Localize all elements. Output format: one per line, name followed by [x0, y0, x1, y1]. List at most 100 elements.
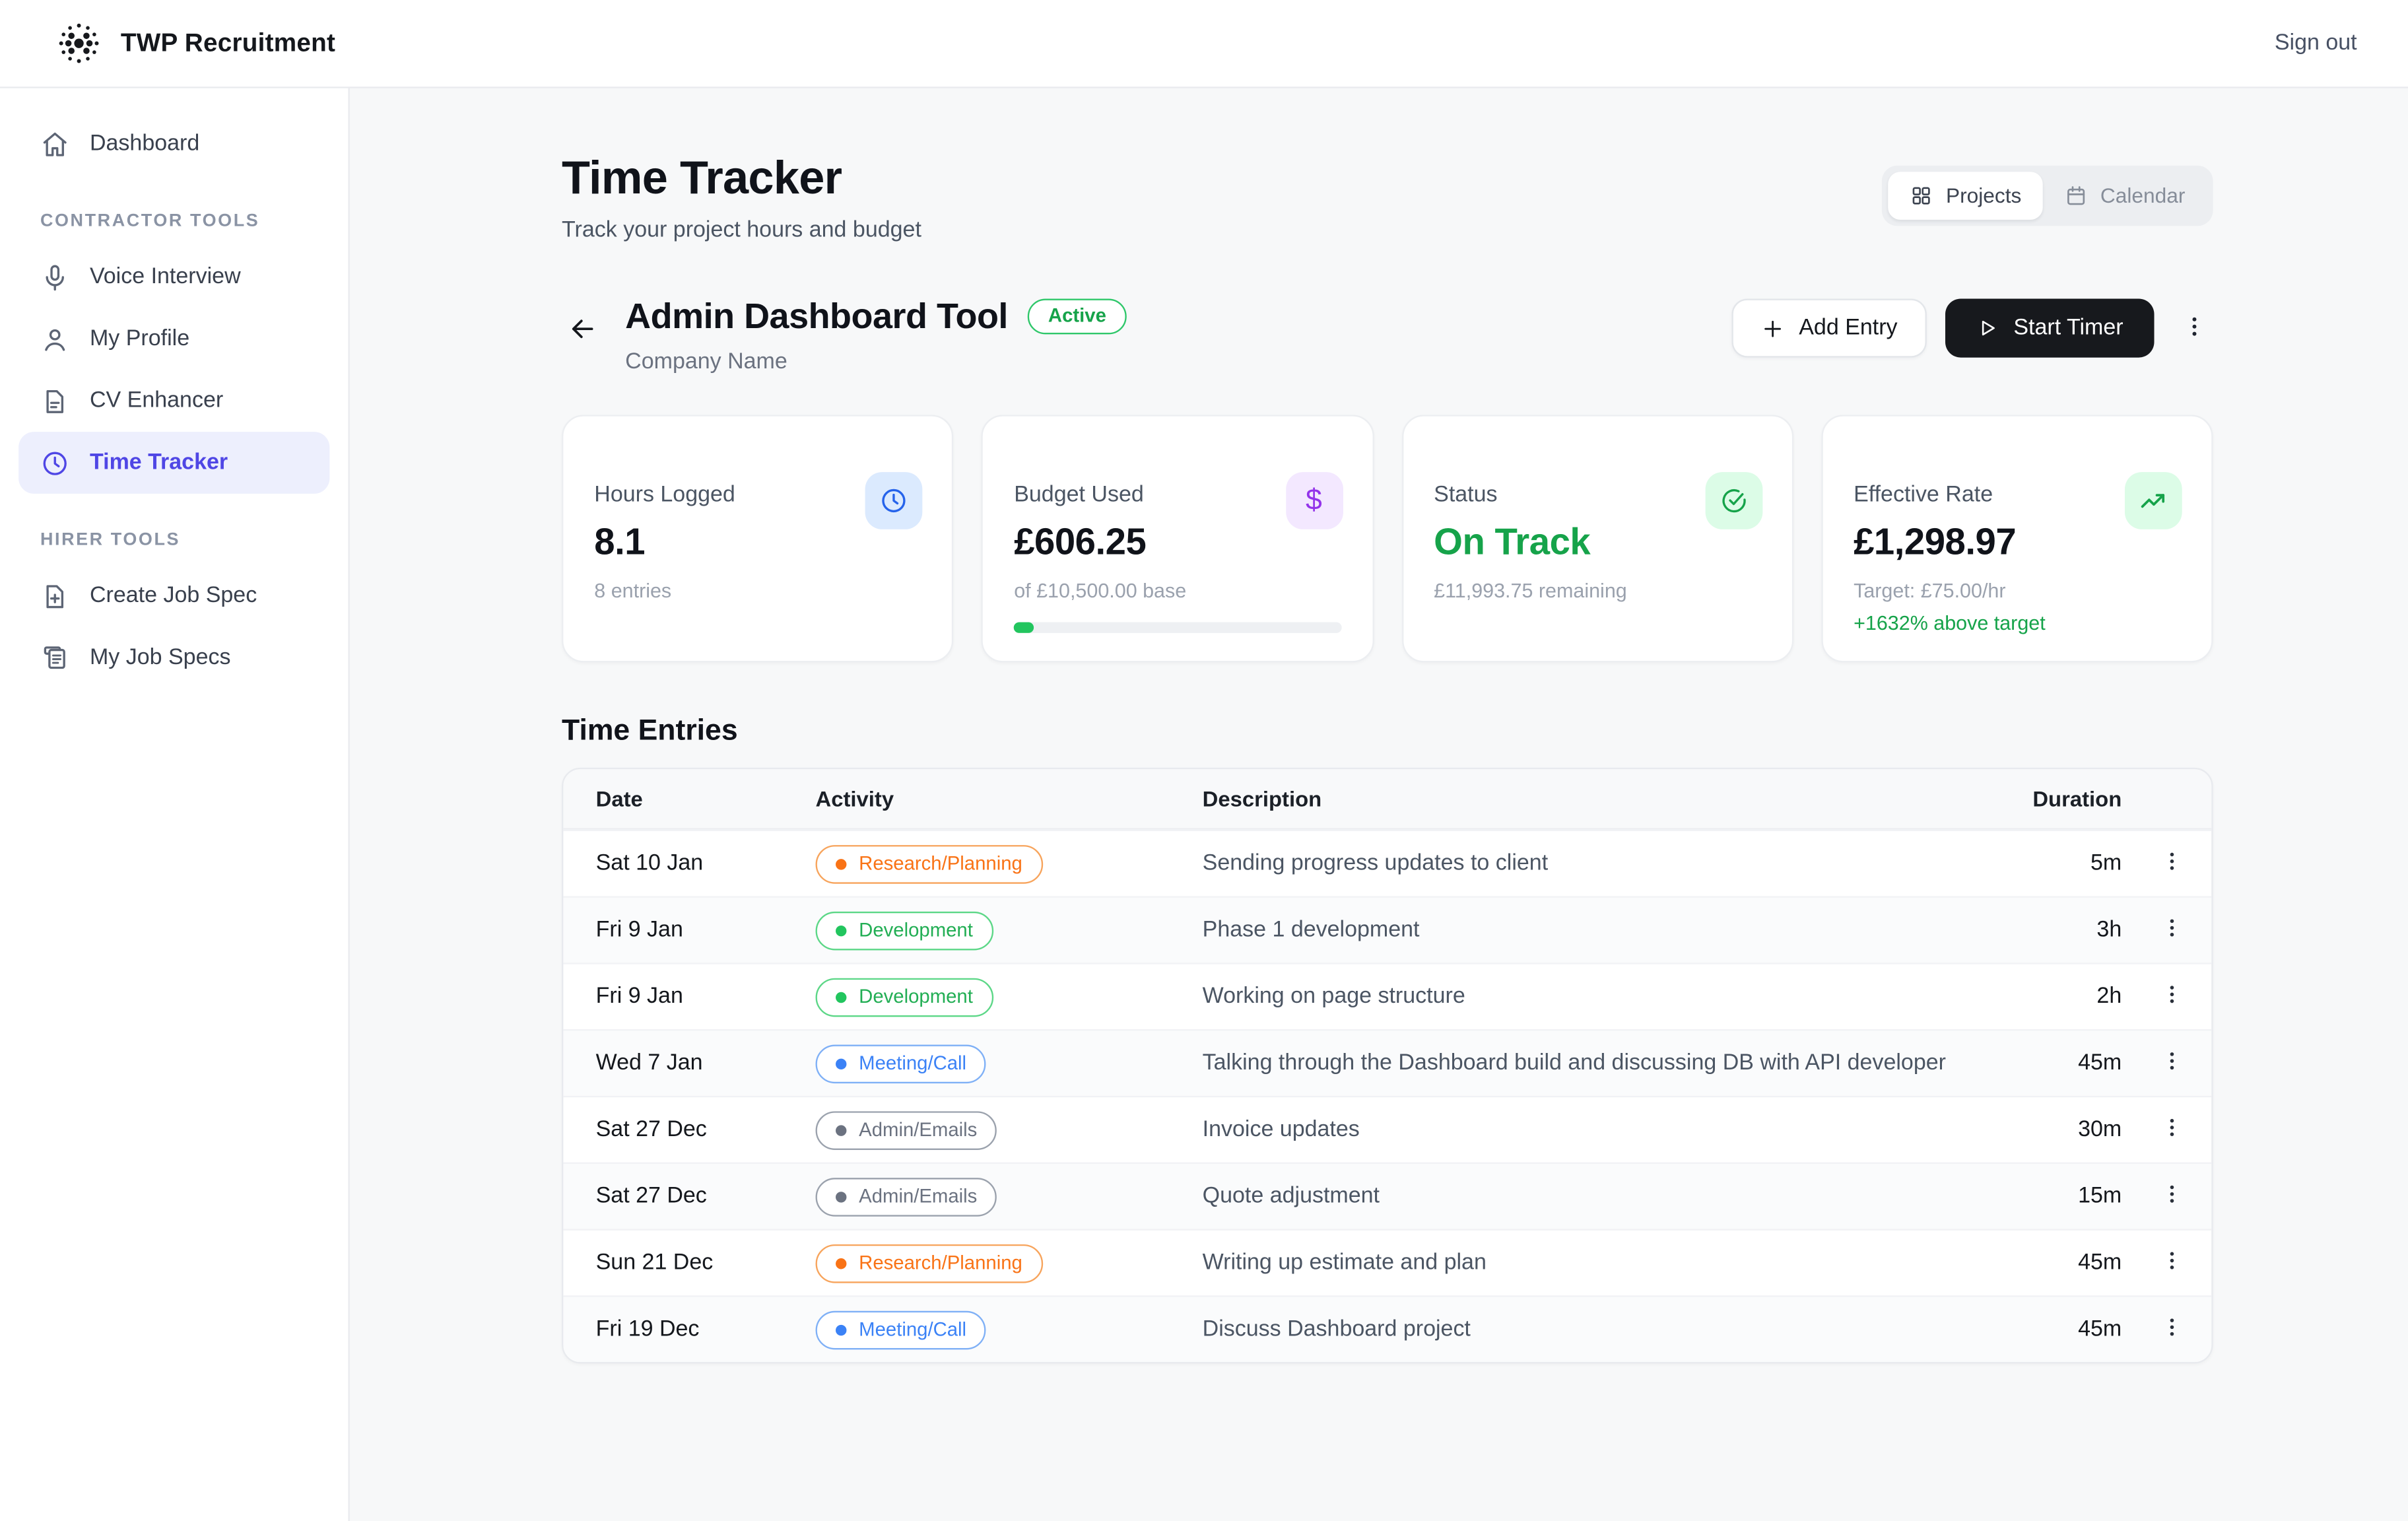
entry-date: Fri 9 Jan	[596, 984, 816, 1009]
entry-description: Working on page structure	[1203, 984, 2004, 1009]
entry-duration: 5m	[2004, 851, 2122, 876]
badge-dot	[836, 1324, 846, 1335]
kebab-menu-icon	[2160, 1182, 2184, 1205]
plus-icon	[1762, 316, 1785, 339]
kebab-menu-icon	[2160, 1116, 2184, 1139]
sidebar-item-my-job-specs[interactable]: My Job Specs	[18, 627, 329, 689]
dollar-icon: $	[1306, 484, 1322, 518]
sidebar-item-create-job-spec[interactable]: Create Job Spec	[18, 565, 329, 627]
project-menu-button[interactable]	[2176, 304, 2213, 353]
page-subtitle: Track your project hours and budget	[562, 219, 921, 244]
budget-progress-bar	[1014, 622, 1341, 632]
budget-used-card: $ Budget Used £606.25 of £10,500.00 base	[982, 415, 1374, 662]
sidebar-item-dashboard[interactable]: Dashboard	[18, 113, 329, 175]
table-row: Fri 19 Dec Meeting/Call Discuss Dashboar…	[563, 1295, 2211, 1362]
entry-duration: 45m	[2004, 1317, 2122, 1342]
back-button[interactable]	[562, 308, 603, 355]
sidebar-item-label: Voice Interview	[90, 265, 241, 290]
sidebar-section-hirer-tools: HIRER TOOLS	[18, 531, 329, 549]
entry-date: Sat 10 Jan	[596, 851, 816, 876]
budget-base: of £10,500.00 base	[1014, 579, 1341, 602]
kebab-menu-icon	[2160, 983, 2184, 1006]
row-menu-button[interactable]	[2148, 1110, 2196, 1150]
tab-calendar[interactable]: Calendar	[2043, 172, 2207, 220]
calendar-icon	[2065, 184, 2088, 207]
sidebar-item-voice-interview[interactable]: Voice Interview	[18, 246, 329, 308]
brand: TWP Recruitment	[53, 17, 335, 70]
rate-target: Target: £75.00/hr	[1854, 579, 2180, 602]
main-content: Time Tracker Track your project hours an…	[350, 88, 2408, 1521]
activity-badge: Admin/Emails	[816, 1110, 997, 1149]
entry-description: Phase 1 development	[1203, 918, 2004, 943]
entry-date: Fri 9 Jan	[596, 918, 816, 943]
badge-dot	[836, 1124, 846, 1135]
kebab-menu-icon	[2160, 1050, 2184, 1073]
start-timer-button[interactable]: Start Timer	[1945, 298, 2154, 357]
add-entry-button[interactable]: Add Entry	[1732, 298, 1927, 357]
rate-delta: +1632% above target	[1854, 611, 2180, 634]
row-menu-button[interactable]	[2148, 844, 2196, 884]
table-row: Sun 21 Dec Research/Planning Writing up …	[563, 1229, 2211, 1296]
kebab-menu-icon	[2160, 1249, 2184, 1272]
page-header: Time Tracker Track your project hours an…	[562, 153, 2213, 243]
row-menu-button[interactable]	[2148, 1043, 2196, 1083]
activity-badge: Admin/Emails	[816, 1177, 997, 1216]
column-header-description: Description	[1203, 786, 2004, 811]
sign-out-button[interactable]: Sign out	[2275, 31, 2357, 56]
project-title: Admin Dashboard Tool	[625, 296, 1008, 337]
row-menu-button[interactable]	[2148, 910, 2196, 951]
entry-description: Quote adjustment	[1203, 1184, 2004, 1209]
time-entries-title: Time Entries	[562, 715, 2213, 749]
brand-name: TWP Recruitment	[121, 28, 335, 58]
view-toggle: Projects Calendar	[1883, 166, 2213, 226]
arrow-left-icon	[568, 314, 597, 344]
hours-logged-card: Hours Logged 8.1 8 entries	[562, 415, 954, 662]
row-menu-button[interactable]	[2148, 1176, 2196, 1217]
row-menu-button[interactable]	[2148, 976, 2196, 1017]
stat-cards: Hours Logged 8.1 8 entries $ Budget Used…	[562, 415, 2213, 662]
microphone-icon	[40, 262, 70, 292]
row-menu-button[interactable]	[2148, 1243, 2196, 1283]
table-row: Fri 9 Jan Development Working on page st…	[563, 963, 2211, 1029]
entry-duration: 45m	[2004, 1250, 2122, 1275]
sidebar-item-label: Dashboard	[90, 131, 199, 156]
table-row: Sat 27 Dec Admin/Emails Quote adjustment…	[563, 1163, 2211, 1229]
entry-date: Fri 19 Dec	[596, 1317, 816, 1342]
sidebar-item-label: My Job Specs	[90, 646, 231, 671]
user-icon	[40, 324, 70, 354]
hours-logged-value: 8.1	[594, 522, 921, 565]
table-row: Sat 27 Dec Admin/Emails Invoice updates …	[563, 1096, 2211, 1163]
entry-date: Sat 27 Dec	[596, 1184, 816, 1209]
table-row: Fri 9 Jan Development Phase 1 developmen…	[563, 896, 2211, 963]
document-icon	[40, 386, 70, 416]
clock-icon	[879, 486, 909, 516]
table-row: Wed 7 Jan Meeting/Call Talking through t…	[563, 1029, 2211, 1096]
badge-dot	[836, 925, 846, 935]
app-window: TWP Recruitment Sign out Dashboard CONTR…	[0, 0, 2408, 1521]
kebab-menu-icon	[2160, 1316, 2184, 1339]
sidebar-section-contractor-tools: CONTRACTOR TOOLS	[18, 212, 329, 230]
check-circle-icon	[1719, 486, 1749, 516]
status-card: Status On Track £11,993.75 remaining	[1401, 415, 1793, 662]
column-header-date: Date	[596, 786, 816, 811]
activity-badge: Research/Planning	[816, 1244, 1043, 1283]
project-company: Company Name	[625, 350, 1126, 375]
entry-duration: 30m	[2004, 1118, 2122, 1143]
row-menu-button[interactable]	[2148, 1309, 2196, 1349]
activity-badge: Research/Planning	[816, 844, 1043, 883]
budget-used-value: £606.25	[1014, 522, 1341, 565]
entry-description: Invoice updates	[1203, 1118, 2004, 1143]
column-header-duration: Duration	[2004, 786, 2122, 811]
status-value: On Track	[1434, 522, 1760, 565]
column-header-activity: Activity	[816, 786, 1203, 811]
tab-projects[interactable]: Projects	[1889, 172, 2043, 220]
sidebar-item-cv-enhancer[interactable]: CV Enhancer	[18, 370, 329, 432]
sidebar-item-label: Create Job Spec	[90, 584, 257, 609]
clipboard-icon	[40, 643, 70, 673]
sidebar-item-time-tracker[interactable]: Time Tracker	[18, 432, 329, 494]
sidebar: Dashboard CONTRACTOR TOOLS Voice Intervi…	[0, 88, 350, 1521]
sidebar-item-my-profile[interactable]: My Profile	[18, 308, 329, 370]
entry-date: Sun 21 Dec	[596, 1250, 816, 1275]
activity-badge: Development	[816, 911, 993, 950]
budget-remaining: £11,993.75 remaining	[1434, 579, 1760, 602]
